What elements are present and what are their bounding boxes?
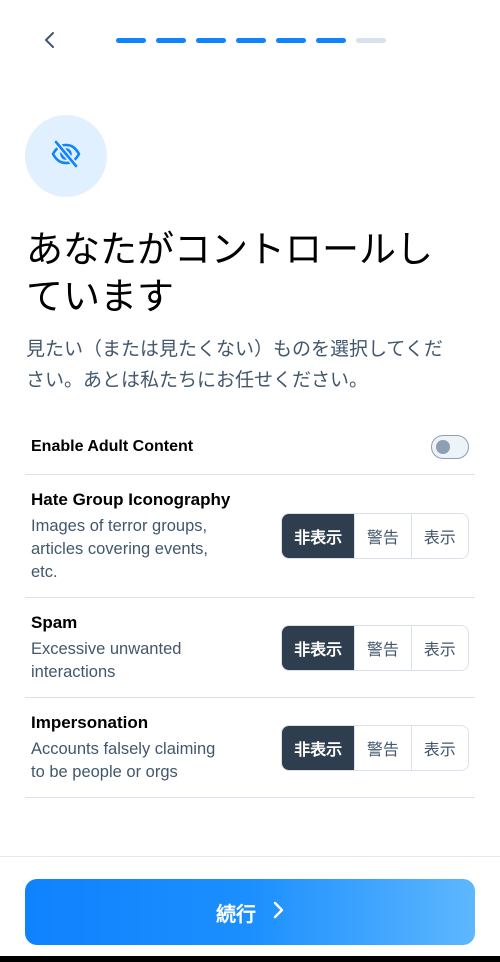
title-line: ています [26, 275, 174, 318]
category-description: Excessive unwanted interactions [31, 638, 281, 684]
description-line: to be people or orgs [31, 762, 178, 781]
category-name: Hate Group Iconography [31, 489, 231, 509]
option-hide[interactable]: 非表示 [282, 514, 355, 558]
option-warn[interactable]: 警告 [354, 625, 410, 670]
system-bottom-bar [0, 956, 500, 962]
title-line: あなたがコントロールし [26, 228, 433, 271]
eye-slash-icon [49, 139, 83, 173]
category-text: Spam Excessive unwanted interactions [31, 612, 281, 684]
description-line: articles covering events, [31, 539, 208, 558]
category-row-impersonation: Impersonation Accounts falsely claiming … [25, 698, 475, 798]
option-show[interactable]: 表示 [410, 514, 468, 558]
progress-segment [116, 38, 146, 43]
continue-label: 続行 [216, 901, 256, 926]
description-line: Accounts falsely claiming [31, 739, 216, 758]
progress-segment [236, 38, 266, 43]
progress-segment [196, 38, 226, 43]
hero-icon-circle [25, 115, 107, 197]
footer-divider [0, 856, 500, 857]
progress-segment [316, 38, 346, 43]
category-description: Images of terror groups, articles coveri… [31, 515, 281, 584]
description-line: etc. [31, 562, 58, 581]
category-name: Spam [31, 612, 78, 632]
visibility-selector: 非表示 警告 表示 [281, 513, 469, 559]
subtitle-line: 見たい（または見たくない）ものを選択してくだ [26, 338, 443, 360]
continue-button[interactable]: 続行 [25, 879, 475, 945]
page-subtitle: 見たい（または見たくない）ものを選択してくだ さい。あとは私たちにお任せください… [26, 334, 486, 396]
visibility-selector: 非表示 警告 表示 [281, 624, 469, 671]
visibility-selector: 非表示 警告 表示 [281, 724, 469, 771]
category-text: Impersonation Accounts falsely claiming … [31, 712, 281, 784]
adult-content-toggle[interactable] [431, 435, 469, 459]
description-line: Excessive unwanted [31, 639, 182, 658]
adult-content-label: Enable Adult Content [31, 438, 194, 455]
category-row-spam: Spam Excessive unwanted interactions 非表示… [25, 598, 475, 698]
category-text: Hate Group Iconography Images of terror … [31, 489, 281, 584]
option-warn[interactable]: 警告 [354, 725, 410, 770]
option-hide[interactable]: 非表示 [282, 625, 355, 670]
chevron-right-icon [272, 900, 284, 924]
toggle-knob [436, 440, 450, 454]
back-button[interactable] [30, 22, 70, 62]
progress-segment [276, 38, 306, 43]
description-line: Images of terror groups, [31, 516, 208, 535]
option-warn[interactable]: 警告 [354, 514, 410, 558]
progress-bar [116, 38, 386, 44]
adult-content-row: Enable Adult Content [25, 420, 475, 475]
option-hide[interactable]: 非表示 [282, 725, 355, 770]
progress-segment [156, 38, 186, 43]
progress-segment [356, 38, 386, 43]
category-row-hate-group: Hate Group Iconography Images of terror … [25, 475, 475, 598]
category-name: Impersonation [31, 712, 149, 732]
option-show[interactable]: 表示 [410, 725, 468, 770]
screen: あなたがコントロールし ています 見たい（または見たくない）ものを選択してくだ … [0, 0, 500, 962]
chevron-left-icon [43, 30, 57, 54]
moderation-list: Enable Adult Content Hate Group Iconogra… [25, 420, 475, 798]
subtitle-line: さい。あとは私たちにお任せください。 [26, 369, 369, 391]
page-title: あなたがコントロールし ています [26, 226, 486, 320]
option-show[interactable]: 表示 [410, 625, 468, 670]
description-line: interactions [31, 662, 116, 681]
category-description: Accounts falsely claiming to be people o… [31, 738, 281, 784]
